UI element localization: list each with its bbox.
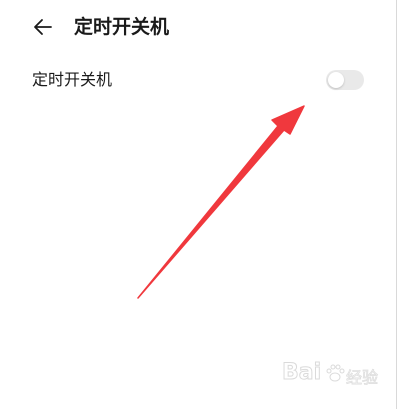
back-button[interactable] <box>28 12 58 42</box>
scheduled-power-toggle[interactable] <box>326 70 364 90</box>
baidu-watermark-logo: Bai 经验 <box>281 360 379 388</box>
toggle-knob <box>328 72 344 88</box>
setting-row-scheduled-power[interactable]: 定时开关机 <box>0 58 396 102</box>
arrow-left-icon <box>34 19 52 35</box>
page-title: 定时开关机 <box>74 16 170 38</box>
paw-icon <box>326 364 345 382</box>
screen-edge-divider <box>396 0 397 409</box>
screen: 定时开关机 定时开关机 Bai 经验 <box>0 0 401 409</box>
app-header: 定时开关机 <box>0 0 396 56</box>
setting-label: 定时开关机 <box>32 70 113 89</box>
